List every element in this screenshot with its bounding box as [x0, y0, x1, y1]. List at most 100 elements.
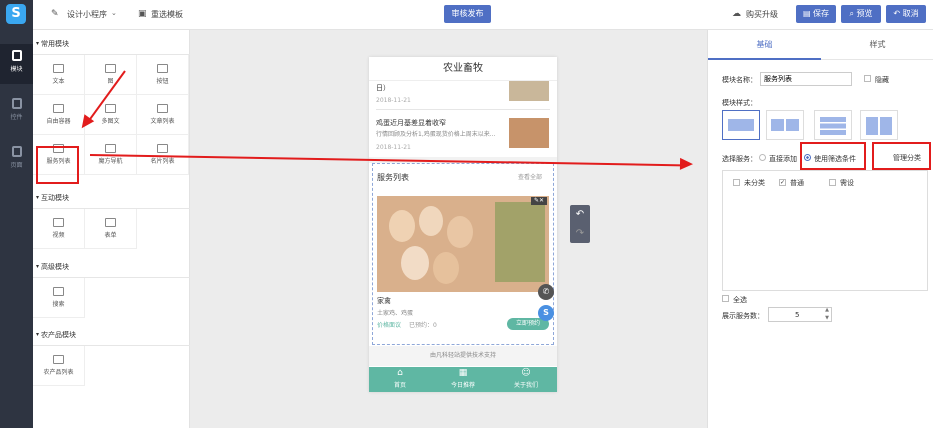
search-icon: ⌕ [849, 9, 857, 18]
tab-label: 今日推荐 [450, 382, 475, 389]
module-label: 图 [107, 78, 114, 85]
undo-icon[interactable]: ↶ [570, 205, 590, 224]
design-dropdown[interactable]: 设计小程序 [67, 9, 107, 20]
hide-label: 隐藏 [875, 76, 889, 84]
product-icon [53, 355, 64, 364]
article-thumbnail [509, 81, 549, 101]
module-form[interactable]: 表单 [85, 209, 137, 249]
module-label: 文章列表 [150, 118, 175, 125]
rail-item-modules[interactable]: 模块 [0, 44, 33, 84]
radio-direct-add[interactable] [759, 154, 766, 161]
left-rail: S 模块 控件 页面 [0, 0, 33, 428]
show-count-label: 展示服务数： [722, 312, 764, 320]
category-label: 需设 [840, 179, 854, 187]
service-price: 价格面议 [377, 322, 402, 329]
page-title: 农业畜牧 [369, 57, 557, 81]
select-service-label: 选择服务： [722, 155, 757, 163]
module-name-input[interactable] [760, 72, 852, 86]
module-video[interactable]: 视频 [33, 209, 85, 249]
control-icon [11, 98, 22, 109]
save-button[interactable]: ▤ 保存 [796, 5, 836, 23]
rail-item-pages[interactable]: 页面 [0, 140, 33, 180]
form-icon [105, 218, 116, 227]
module-label: 魔方导航 [98, 158, 123, 165]
hide-checkbox[interactable] [864, 75, 871, 82]
cancel-label: 取消 [902, 9, 919, 18]
template-icon: ▣ [138, 9, 147, 19]
preview-button[interactable]: ⌕ 预览 [841, 5, 881, 23]
cancel-button[interactable]: ↶ 取消 [886, 5, 926, 23]
bottom-tab-bar: ⌂ 首页 ▦ 今日推荐 ☺ 关于我们 [369, 367, 557, 392]
style-option-3[interactable] [814, 110, 852, 140]
section-title-agri: 农产品模块 [41, 331, 76, 339]
show-count-stepper[interactable]: 5 ▲ ▼ [768, 307, 832, 322]
article-date: 2018-11-21 [376, 97, 411, 104]
tab-about-us[interactable]: ☺ 关于我们 [495, 367, 557, 392]
category-label: 未分类 [744, 179, 765, 187]
category-checkbox[interactable] [829, 179, 836, 186]
phone-call-icon[interactable]: ✆ [538, 284, 554, 300]
category-checkbox[interactable] [733, 179, 740, 186]
chevron-down-icon[interactable]: ▼ [825, 315, 829, 321]
style-option-4[interactable] [860, 110, 898, 140]
article-title: 鸡蛋近月基差显着收窄 [376, 119, 446, 127]
user-icon: ☺ [521, 368, 531, 378]
annotation-arrowhead [679, 157, 694, 171]
article-title: 日） [376, 84, 390, 92]
container-icon [53, 104, 64, 113]
select-all-label: 全选 [733, 296, 747, 304]
service-section-title: 服务列表 [377, 173, 409, 182]
module-style-label: 模块样式： [722, 99, 757, 107]
module-button[interactable]: 按钮 [137, 55, 189, 95]
view-all-link[interactable]: 查看全部 [518, 172, 542, 181]
select-all-checkbox[interactable] [722, 295, 729, 302]
tab-style[interactable]: 样式 [821, 30, 933, 60]
undo-icon: ↶ [893, 9, 903, 18]
save-label: 保存 [813, 9, 830, 18]
section-title-common: 常用模块 [41, 40, 69, 48]
grid-icon [105, 144, 116, 153]
rail-item-label: 模块 [10, 66, 23, 73]
module-label: 搜索 [52, 301, 65, 308]
chevron-down-icon: ⌄ [111, 9, 117, 17]
brand-float-icon[interactable]: S [538, 305, 554, 321]
module-free-container[interactable]: 自由容器 [33, 95, 85, 135]
chevron-up-icon[interactable]: ▲ [825, 307, 829, 313]
tab-home[interactable]: ⌂ 首页 [369, 367, 431, 392]
module-text[interactable]: 文本 [33, 55, 85, 95]
save-icon: ▤ [802, 9, 814, 18]
rail-item-label: 页面 [10, 162, 23, 169]
service-booked-count: 已预约：0 [409, 322, 437, 329]
collapse-icon: ▾ [36, 40, 40, 47]
rail-item-controls[interactable]: 控件 [0, 92, 33, 132]
style-option-2[interactable] [766, 110, 804, 140]
upgrade-button[interactable]: 购买升级 [746, 9, 778, 20]
video-icon [53, 218, 64, 227]
article-date: 2018-11-21 [376, 144, 411, 151]
module-search[interactable]: 搜索 [33, 278, 85, 318]
module-label: 多图文 [101, 118, 120, 125]
tab-basic[interactable]: 基础 [708, 30, 821, 60]
edit-close-icon[interactable]: ✎✕ [531, 197, 547, 205]
service-tags: 土家鸡、鸡蛋 [377, 310, 414, 317]
redo-icon[interactable]: ↷ [570, 224, 590, 243]
tab-today-recommend[interactable]: ▦ 今日推荐 [431, 367, 495, 392]
service-list-module[interactable]: 服务列表 查看全部 ✎✕ 家禽 土家鸡、鸡蛋 价格面议 已预约：0 立即预约 [372, 163, 554, 345]
module-article-list[interactable]: 文章列表 [137, 95, 189, 135]
style-option-1[interactable] [722, 110, 760, 140]
tab-label: 关于我们 [513, 382, 538, 389]
app-logo-icon: S [6, 4, 26, 24]
category-checkbox[interactable]: ✓ [779, 179, 786, 186]
module-label: 表单 [104, 232, 117, 239]
module-label: 自由容器 [46, 118, 71, 125]
module-label: 农产品列表 [43, 369, 74, 376]
image-icon [105, 64, 116, 73]
collapse-icon: ▾ [36, 263, 40, 270]
submit-review-button[interactable]: 审核发布 [444, 5, 491, 23]
module-label: 按钮 [156, 78, 169, 85]
module-agri-product-list[interactable]: 农产品列表 [33, 346, 85, 386]
multi-image-icon [105, 104, 116, 113]
direct-add-label: 直接添加 [769, 155, 797, 163]
undo-redo-toolbar: ↶ ↷ [570, 205, 590, 243]
reselect-template-button[interactable]: 重选模板 [151, 9, 183, 20]
